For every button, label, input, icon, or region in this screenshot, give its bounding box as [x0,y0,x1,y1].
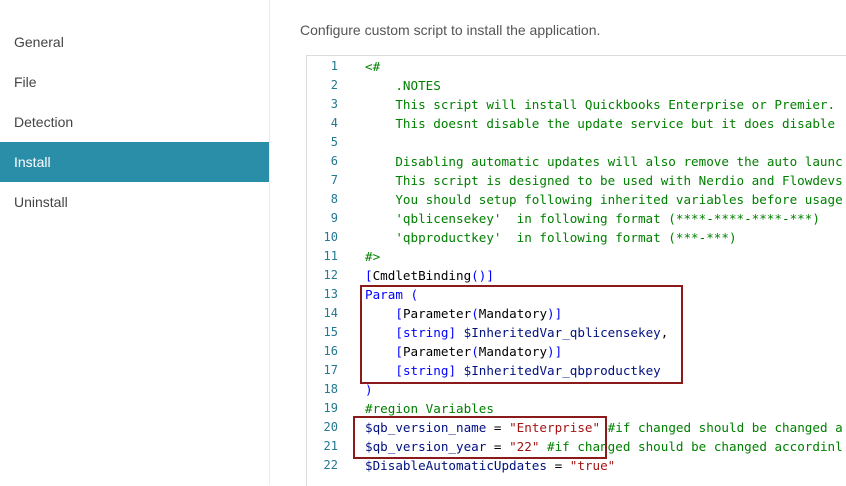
line-number: 3 [330,97,338,111]
code-line[interactable]: $DisableAutomaticUpdates = "true" [365,456,615,475]
sidebar-item-file[interactable]: File [0,62,269,102]
line-number: 20 [323,420,338,434]
line-number: 7 [330,173,338,187]
sidebar-item-detection[interactable]: Detection [0,102,269,142]
line-number: 1 [330,59,338,73]
code-line[interactable]: This script is designed to be used with … [365,171,842,190]
code-line[interactable]: This script will install Quickbooks Ente… [365,95,835,114]
line-number: 13 [323,287,338,301]
line-number: 21 [323,439,338,453]
line-number: 12 [323,268,338,282]
line-number: 16 [323,344,338,358]
code-line[interactable]: #region Variables [365,399,494,418]
code-line[interactable]: 'qblicensekey' in following format (****… [365,209,820,228]
line-number: 9 [330,211,338,225]
code-line[interactable]: Param ( [365,285,418,304]
code-line[interactable]: 'qbproductkey' in following format (***-… [365,228,736,247]
line-number: 2 [330,78,338,92]
line-number: 4 [330,116,338,130]
sidebar-item-uninstall[interactable]: Uninstall [0,182,269,222]
code-line[interactable]: #> [365,247,380,266]
code-line[interactable]: This doesnt disable the update service b… [365,114,835,133]
page-caption: Configure custom script to install the a… [300,22,601,38]
code-line[interactable]: ) [365,380,373,399]
code-line[interactable]: $qb_version_year = "22" #if changed shou… [365,437,843,456]
code-line[interactable]: [string] $InheritedVar_qblicensekey, [365,323,668,342]
code-line[interactable]: <# [365,57,380,76]
line-number: 5 [330,135,338,149]
code-line[interactable]: [Parameter(Mandatory)] [365,304,562,323]
line-number: 6 [330,154,338,168]
line-number-gutter: 1 2 3 4 5 6 7 8 9 10 11 12 13 14 15 16 17 18 19 20 21 22 [307,56,357,486]
sidebar-item-install[interactable]: Install [0,142,269,182]
code-line[interactable]: .NOTES [365,76,441,95]
line-number: 15 [323,325,338,339]
code-line[interactable]: [string] $InheritedVar_qbproductkey [365,361,660,380]
line-number: 8 [330,192,338,206]
code-line[interactable]: You should setup following inherited var… [365,190,842,209]
line-number: 10 [323,230,338,244]
code-line[interactable]: [CmdletBinding()] [365,266,494,285]
line-number: 22 [323,458,338,472]
line-number: 14 [323,306,338,320]
code-editor[interactable]: 1 2 3 4 5 6 7 8 9 10 11 12 13 14 15 16 17 18 19 20 21 22 <# .… [306,55,846,486]
code-line[interactable]: Disabling automatic updates will also re… [365,152,842,171]
sidebar-item-general[interactable]: General [0,22,269,62]
code-line[interactable]: $qb_version_name = "Enterprise" #if chan… [365,418,843,437]
line-number: 19 [323,401,338,415]
main-content: Configure custom script to install the a… [270,0,846,486]
sidebar: General File Detection Install Uninstall [0,0,270,485]
line-number: 17 [323,363,338,377]
line-number: 11 [323,249,338,263]
line-number: 18 [323,382,338,396]
code-line[interactable]: [Parameter(Mandatory)] [365,342,562,361]
